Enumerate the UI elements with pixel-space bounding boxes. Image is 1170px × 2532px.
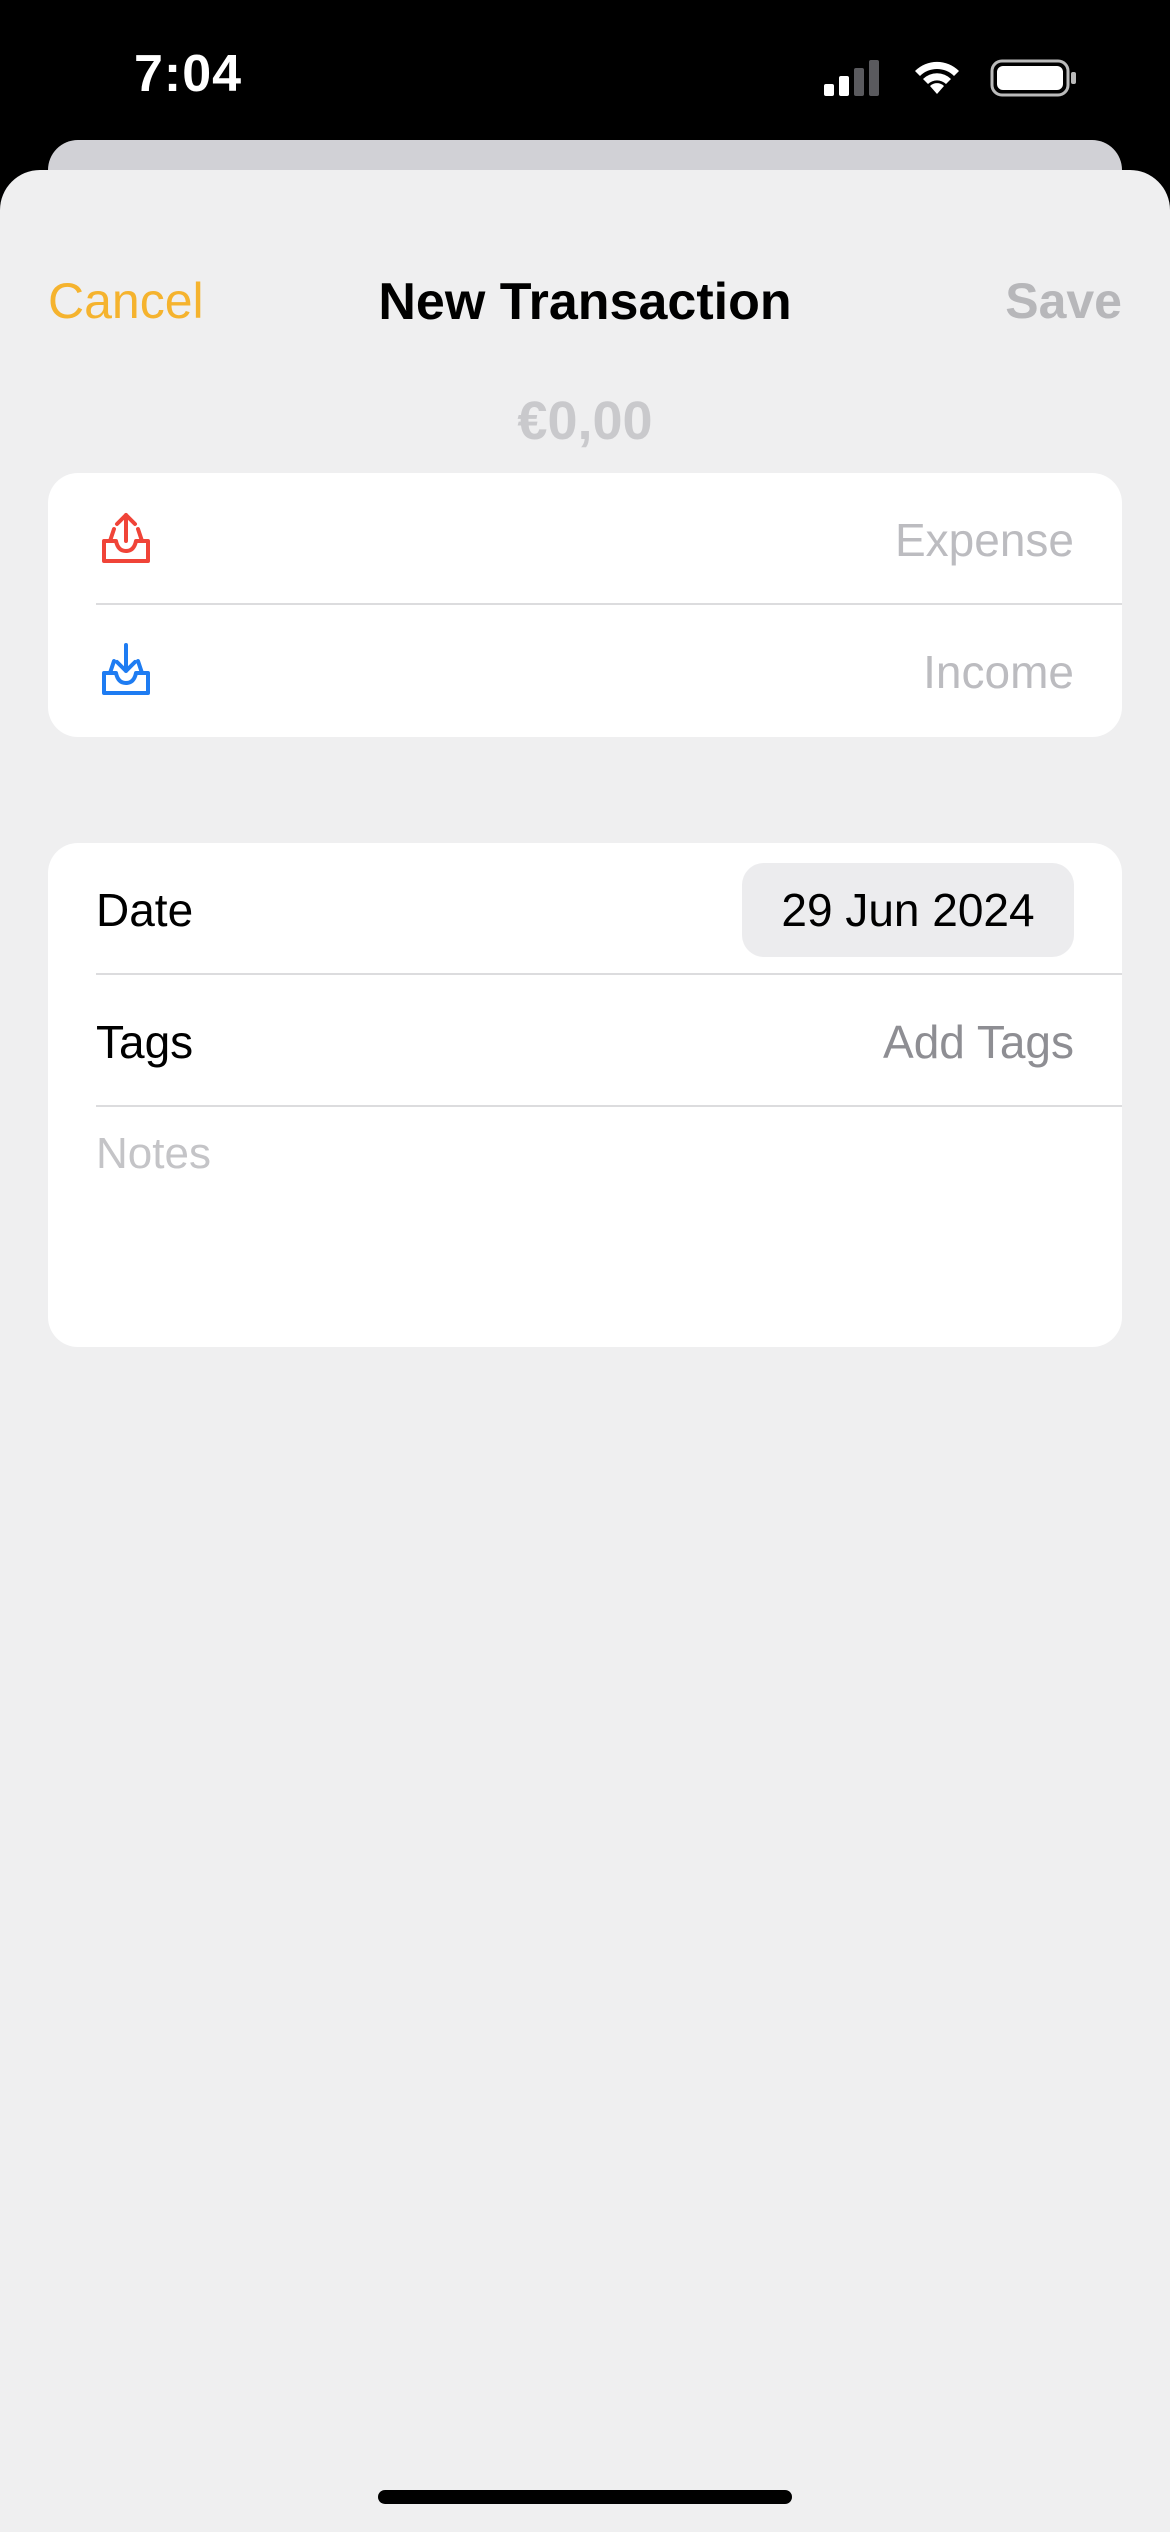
page-title: New Transaction	[378, 273, 792, 331]
transaction-type-card: Expense Income	[48, 473, 1122, 737]
nav-bar: Cancel New Transaction Save	[0, 220, 1170, 331]
amount-field[interactable]: €0,00	[0, 390, 1170, 452]
date-label: Date	[96, 884, 194, 936]
income-row[interactable]: Income	[48, 605, 1122, 737]
date-picker-button[interactable]: 29 Jun 2024	[742, 863, 1074, 957]
tags-label: Tags	[96, 1016, 194, 1068]
tags-row[interactable]: Tags Add Tags	[48, 975, 1122, 1107]
battery-icon	[990, 59, 1076, 97]
date-row: Date 29 Jun 2024	[48, 843, 1122, 975]
wifi-icon	[915, 61, 959, 94]
save-button[interactable]: Save	[1005, 272, 1122, 330]
tray-upload-icon	[102, 513, 150, 563]
divider	[96, 1105, 1122, 1107]
income-label: Income	[923, 646, 1074, 698]
notes-field[interactable]: Notes	[96, 1129, 1076, 1319]
status-time: 7:04	[134, 45, 243, 103]
add-tags-button[interactable]: Add Tags	[883, 1015, 1074, 1069]
expense-row[interactable]: Expense	[48, 473, 1122, 605]
tray-download-icon	[102, 643, 150, 695]
home-indicator[interactable]	[378, 2490, 792, 2504]
signal-icon	[824, 60, 879, 96]
expense-label: Expense	[894, 514, 1074, 566]
status-bar: 7:04	[0, 0, 1170, 150]
new-transaction-sheet: Cancel New Transaction Save €0,00 Expens…	[0, 170, 1170, 2532]
details-card: Date 29 Jun 2024 Tags Add Tags Notes	[48, 843, 1122, 1347]
